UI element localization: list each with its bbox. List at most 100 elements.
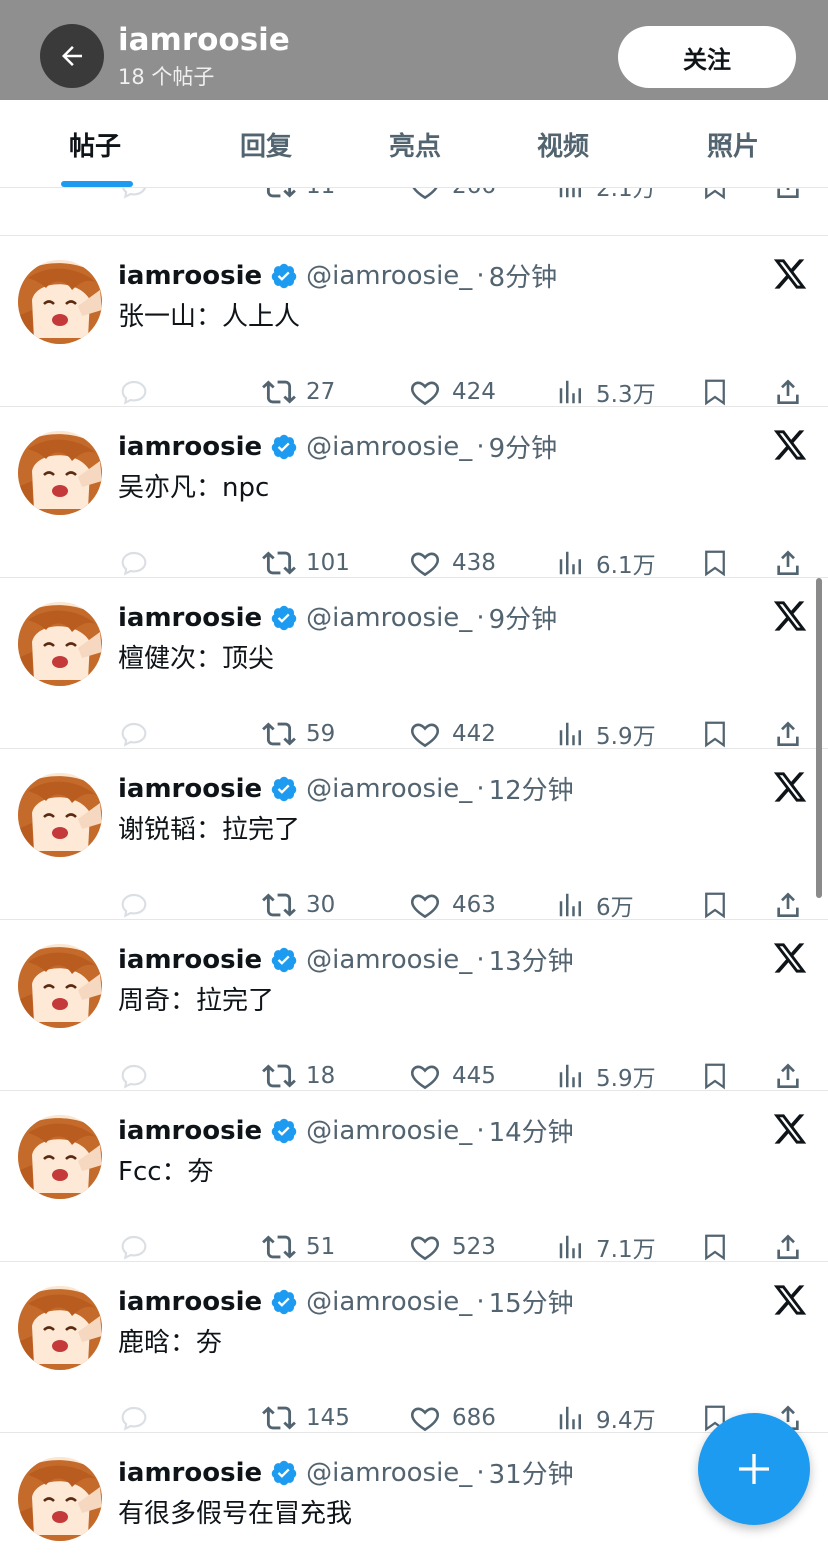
views-button[interactable]: 5.9万 xyxy=(556,1056,656,1096)
bookmark-button[interactable] xyxy=(700,1056,730,1096)
post-author[interactable]: iamroosie xyxy=(118,1458,262,1488)
like-button[interactable]: 523 xyxy=(408,1227,496,1267)
like-button[interactable]: 463 xyxy=(408,885,496,925)
reply-button[interactable] xyxy=(118,372,150,412)
post-handle[interactable]: @iamroosie_ xyxy=(306,432,472,462)
post-item[interactable]: iamroosie @iamroosie_ · 9分钟 吴亦凡：npc 101 … xyxy=(0,407,828,579)
bookmark-button[interactable] xyxy=(700,543,730,583)
retweet-button[interactable]: 30 xyxy=(262,885,335,925)
post-author[interactable]: iamroosie xyxy=(118,1116,262,1146)
post-item[interactable]: iamroosie @iamroosie_ · 13分钟 周奇：拉完了 18 4… xyxy=(0,920,828,1092)
post-handle[interactable]: @iamroosie_ xyxy=(306,945,472,975)
avatar[interactable] xyxy=(18,602,102,686)
post-handle[interactable]: @iamroosie_ xyxy=(306,774,472,804)
post-time[interactable]: 15分钟 xyxy=(489,1283,574,1320)
share-button[interactable] xyxy=(772,1227,804,1267)
reply-button[interactable] xyxy=(118,1227,150,1267)
share-button[interactable] xyxy=(772,885,804,925)
post-item[interactable]: iamroosie @iamroosie_ · 8分钟 张一山：人上人 27 4… xyxy=(0,236,828,408)
retweet-button[interactable]: 59 xyxy=(262,714,335,754)
scrollbar[interactable] xyxy=(816,578,822,898)
reply-button[interactable] xyxy=(118,188,150,206)
post-author[interactable]: iamroosie xyxy=(118,774,262,804)
post-time[interactable]: 31分钟 xyxy=(489,1454,574,1491)
views-button[interactable]: 6.1万 xyxy=(556,543,656,583)
x-logo-icon[interactable] xyxy=(772,940,808,976)
retweet-button[interactable]: 27 xyxy=(262,372,335,412)
post-author[interactable]: iamroosie xyxy=(118,945,262,975)
tab-posts[interactable]: 帖子 xyxy=(69,126,121,163)
views-button[interactable]: 5.3万 xyxy=(556,372,656,412)
tab-highlights[interactable]: 亮点 xyxy=(389,126,441,163)
x-logo-icon[interactable] xyxy=(772,598,808,634)
x-logo-icon[interactable] xyxy=(772,769,808,805)
post-item[interactable]: iamroosie @iamroosie_ · 9分钟 檀健次：顶尖 59 44… xyxy=(0,578,828,750)
post-time[interactable]: 9分钟 xyxy=(489,599,558,636)
share-button[interactable] xyxy=(772,188,804,206)
x-logo-icon[interactable] xyxy=(772,427,808,463)
bookmark-button[interactable] xyxy=(700,885,730,925)
avatar[interactable] xyxy=(18,1286,102,1370)
tab-replies[interactable]: 回复 xyxy=(240,126,292,163)
avatar[interactable] xyxy=(18,773,102,857)
post-time[interactable]: 9分钟 xyxy=(489,428,558,465)
like-button[interactable]: 438 xyxy=(408,543,496,583)
like-button[interactable]: 424 xyxy=(408,372,496,412)
share-button[interactable] xyxy=(772,714,804,754)
post-handle[interactable]: @iamroosie_ xyxy=(306,1116,472,1146)
post-handle[interactable]: @iamroosie_ xyxy=(306,261,472,291)
bookmark-button[interactable] xyxy=(700,372,730,412)
post-time[interactable]: 8分钟 xyxy=(489,257,558,294)
follow-button[interactable]: 关注 xyxy=(618,26,796,88)
post-author[interactable]: iamroosie xyxy=(118,1287,262,1317)
share-button[interactable] xyxy=(772,543,804,583)
retweet-button[interactable]: 11 xyxy=(262,188,335,206)
like-button[interactable]: 442 xyxy=(408,714,496,754)
avatar[interactable] xyxy=(18,1457,102,1541)
post-author[interactable]: iamroosie xyxy=(118,432,262,462)
avatar[interactable] xyxy=(18,431,102,515)
x-logo-icon[interactable] xyxy=(772,256,808,292)
x-logo-icon[interactable] xyxy=(772,1282,808,1318)
reply-button[interactable] xyxy=(118,885,150,925)
avatar[interactable] xyxy=(18,944,102,1028)
reply-button[interactable] xyxy=(118,1056,150,1096)
bookmark-button[interactable] xyxy=(700,714,730,754)
post-handle[interactable]: @iamroosie_ xyxy=(306,1287,472,1317)
avatar[interactable] xyxy=(18,260,102,344)
retweet-button[interactable]: 101 xyxy=(262,543,350,583)
post-author[interactable]: iamroosie xyxy=(118,603,262,633)
bookmark-button[interactable] xyxy=(700,188,730,206)
post-item[interactable]: iamroosie @iamroosie_ · 15分钟 鹿晗：夯 145 68… xyxy=(0,1262,828,1434)
views-button[interactable]: 6万 xyxy=(556,885,634,925)
post-handle[interactable]: @iamroosie_ xyxy=(306,603,472,633)
post-time[interactable]: 13分钟 xyxy=(489,941,574,978)
post-item[interactable]: iamroosie @iamroosie_ · 14分钟 Fcc：夯 51 52… xyxy=(0,1091,828,1263)
tab-photos[interactable]: 照片 xyxy=(707,126,759,163)
share-button[interactable] xyxy=(772,1056,804,1096)
reply-button[interactable] xyxy=(118,714,150,754)
tab-videos[interactable]: 视频 xyxy=(537,126,589,163)
views-button[interactable]: 7.1万 xyxy=(556,1227,656,1267)
reply-button[interactable] xyxy=(118,543,150,583)
views-button[interactable]: 2.1万 xyxy=(556,188,656,206)
retweet-button[interactable]: 18 xyxy=(262,1056,335,1096)
like-button[interactable]: 445 xyxy=(408,1056,496,1096)
retweet-button[interactable]: 145 xyxy=(262,1398,350,1438)
bookmark-button[interactable] xyxy=(700,1227,730,1267)
views-button[interactable]: 5.9万 xyxy=(556,714,656,754)
reply-button[interactable] xyxy=(118,1398,150,1438)
post-handle[interactable]: @iamroosie_ xyxy=(306,1458,472,1488)
x-logo-icon[interactable] xyxy=(772,1111,808,1147)
back-button[interactable] xyxy=(40,24,104,88)
retweet-button[interactable]: 51 xyxy=(262,1227,335,1267)
share-button[interactable] xyxy=(772,372,804,412)
views-button[interactable]: 9.4万 xyxy=(556,1398,656,1438)
post-time[interactable]: 12分钟 xyxy=(489,770,574,807)
compose-button[interactable] xyxy=(698,1413,810,1525)
like-button[interactable]: 266 xyxy=(408,188,496,206)
post-author[interactable]: iamroosie xyxy=(118,261,262,291)
post-item[interactable]: iamroosie @iamroosie_ · 12分钟 谢锐韬：拉完了 30 … xyxy=(0,749,828,921)
like-button[interactable]: 686 xyxy=(408,1398,496,1438)
avatar[interactable] xyxy=(18,1115,102,1199)
